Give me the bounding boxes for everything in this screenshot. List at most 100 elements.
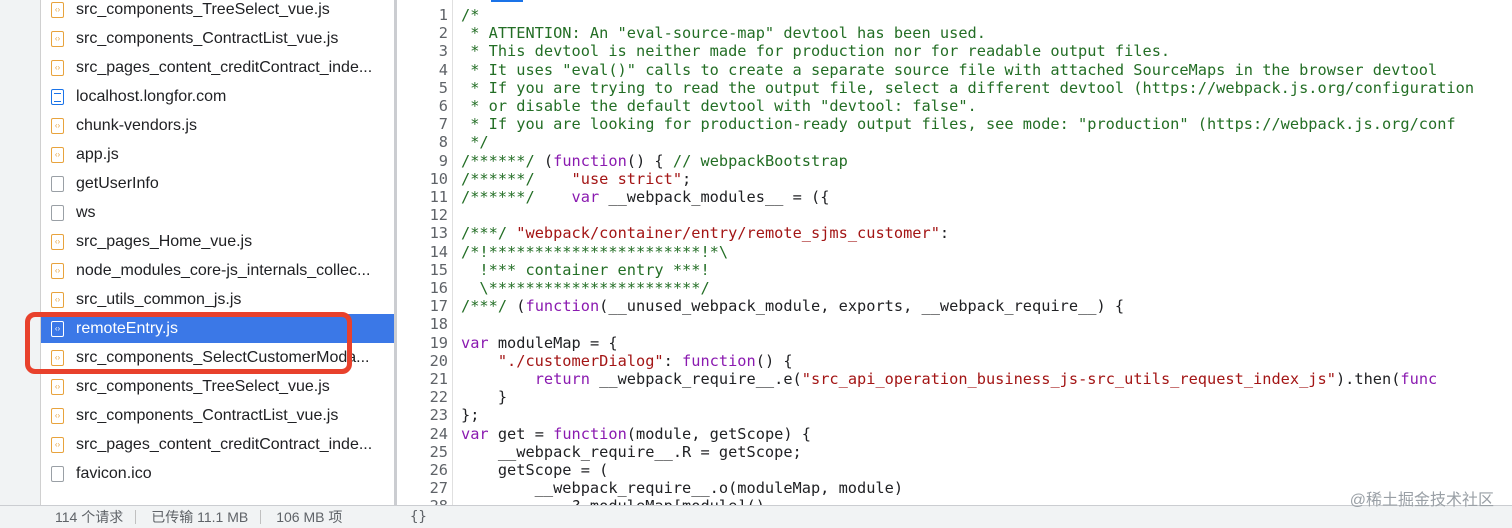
line-number: 24	[429, 424, 448, 443]
request-row[interactable]: src_components_ContractList_vue.js	[41, 24, 394, 53]
request-row[interactable]: localhost.longfor.com	[41, 82, 394, 111]
transferred-size: 已传输 11.1 MB	[151, 509, 249, 525]
request-name: favicon.ico	[76, 464, 152, 482]
code-line: 8 */	[397, 133, 1512, 151]
line-content: return __webpack_require__.e("src_api_op…	[461, 370, 1438, 388]
request-name: src_pages_content_creditContract_inde...	[76, 58, 373, 76]
line-number: 15	[429, 260, 448, 279]
code-line: 15 !*** container entry ***!	[397, 261, 1512, 279]
request-row[interactable]: src_utils_common_js.js	[41, 285, 394, 314]
code-token: * It uses "eval()" calls to create a sep…	[461, 60, 1438, 79]
js-file-icon	[51, 320, 64, 337]
line-number: 8	[438, 133, 448, 152]
request-row[interactable]: ws	[41, 198, 394, 227]
request-row[interactable]: src_components_TreeSelect_vue.js	[41, 372, 394, 401]
code-token: /******/	[461, 188, 535, 206]
line-number: 2	[438, 24, 448, 43]
code-token: :	[939, 224, 950, 243]
code-token: (module, getScope) {	[626, 424, 811, 443]
line-content: __webpack_require__.R = getScope;	[461, 443, 802, 461]
request-name: src_components_TreeSelect_vue.js	[76, 377, 330, 395]
line-number: 28	[397, 497, 448, 505]
pretty-print-button[interactable]: {}	[410, 506, 427, 528]
code-line: 23};	[397, 406, 1512, 424]
code-token: get =	[488, 424, 554, 443]
code-token: * If you are trying to read the output f…	[461, 78, 1475, 97]
code-token: __webpack_require__.e(	[589, 370, 802, 388]
request-row[interactable]: src_pages_content_creditContract_inde...	[41, 53, 394, 82]
code-token: (__unused_webpack_module, exports, __web…	[599, 297, 1125, 316]
line-content: \***********************/	[461, 279, 709, 297]
line-number: 10	[429, 169, 448, 188]
code-token: var	[461, 333, 489, 352]
code-token: function	[525, 297, 600, 316]
request-row[interactable]: favicon.ico	[41, 459, 394, 488]
code-token: "use strict"	[571, 169, 683, 188]
js-file-icon	[51, 233, 64, 250]
request-row[interactable]: app.js	[41, 140, 394, 169]
request-row[interactable]: getUserInfo	[41, 169, 394, 198]
network-summary: 114 个请求 已传输 11.1 MB 106 MB 项	[40, 506, 394, 528]
request-row[interactable]: remoteEntry.js	[41, 314, 394, 343]
code-token: function	[553, 151, 627, 170]
code-token: moduleMap = {	[488, 333, 618, 352]
js-file-icon	[51, 1, 64, 18]
request-name: src_components_ContractList_vue.js	[76, 406, 339, 424]
status-bar: 114 个请求 已传输 11.1 MB 106 MB 项 {}	[0, 505, 1512, 528]
blank-file-icon	[51, 465, 64, 482]
blank-file-icon	[51, 204, 64, 221]
line-number: 7	[438, 115, 448, 134]
line-content: "./customerDialog": function() {	[461, 352, 793, 370]
line-number: 6	[438, 97, 448, 115]
code-line: 17 /***/ (function(__unused_webpack_modul…	[397, 297, 1512, 315]
js-file-icon	[51, 436, 64, 453]
code-line: 28 ? moduleMap[module]()	[397, 497, 1512, 505]
request-row[interactable]: src_components_SelectCustomerModa...	[41, 343, 394, 372]
code-token: * This devtool is neither made for produ…	[461, 42, 1171, 61]
line-content: !*** container entry ***!	[461, 260, 710, 279]
request-row[interactable]: src_pages_content_creditContract_inde...	[41, 430, 394, 459]
line-content: * or disable the default devtool with "d…	[461, 97, 977, 115]
js-file-icon	[51, 59, 64, 76]
line-content: * If you are looking for production-read…	[461, 115, 1455, 133]
request-row[interactable]: chunk-vendors.js	[41, 111, 394, 140]
line-number: 25	[429, 442, 448, 461]
line-content: /******/ "use strict";	[461, 170, 691, 188]
request-name: ws	[76, 203, 96, 221]
request-name: app.js	[76, 145, 119, 163]
line-content: __webpack_require__.o(moduleMap, module)	[461, 479, 903, 497]
watermark: @稀土掘金技术社区	[1349, 492, 1494, 509]
code-line: 19 var moduleMap = {	[397, 334, 1512, 352]
request-list: src_components_TreeSelect_vue.js src_comp…	[41, 0, 394, 488]
code-line: 2 * ATTENTION: An "eval-source-map" devt…	[397, 24, 1512, 42]
request-row[interactable]: src_components_ContractList_vue.js	[41, 401, 394, 430]
line-content: /*	[461, 6, 479, 24]
request-row[interactable]: src_pages_Home_vue.js	[41, 227, 394, 256]
request-row[interactable]: src_components_TreeSelect_vue.js	[41, 0, 394, 24]
line-number: 17	[429, 297, 448, 316]
code-line: 14 /*!***********************!*\	[397, 243, 1512, 261]
code-token: func	[1400, 370, 1438, 388]
line-number: 4	[438, 60, 448, 79]
request-name: src_utils_common_js.js	[76, 290, 242, 308]
line-number: 22	[429, 388, 448, 407]
code-token: ? moduleMap[module]()	[461, 497, 765, 505]
code-token: !*** container entry ***!	[461, 260, 710, 279]
line-number: 5	[438, 78, 448, 97]
code-line: 5 * If you are trying to read the output…	[397, 79, 1512, 97]
line-number: 11	[429, 188, 448, 206]
line-number: 13	[429, 224, 448, 243]
line-number: 3	[438, 42, 448, 61]
code-line: 6 * or disable the default devtool with …	[397, 97, 1512, 115]
code-token: (	[507, 297, 526, 316]
blank-file-icon	[51, 175, 64, 192]
source-code-viewer[interactable]: 1/* 2 * ATTENTION: An "eval-source-map" d…	[397, 0, 1512, 505]
code-line: 16 \***********************/	[397, 279, 1512, 297]
js-file-icon	[51, 378, 64, 395]
request-row[interactable]: node_modules_core-js_internals_collec...	[41, 256, 394, 285]
code-token: return	[534, 370, 590, 388]
line-content: * ATTENTION: An "eval-source-map" devtoo…	[461, 24, 986, 42]
request-name: src_components_ContractList_vue.js	[76, 29, 339, 47]
